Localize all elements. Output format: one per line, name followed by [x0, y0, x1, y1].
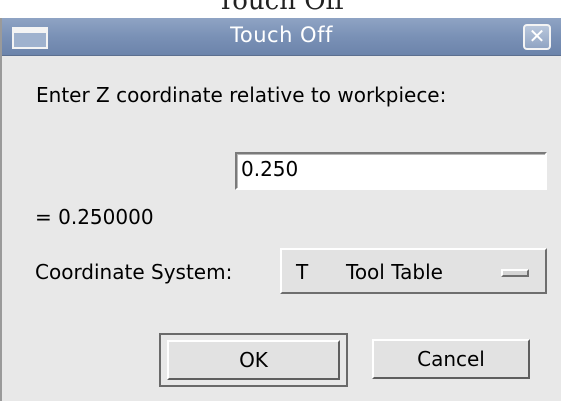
close-icon[interactable]: ✕: [523, 24, 551, 50]
option-menu-indicator-icon: [501, 269, 529, 277]
coordinate-system-label: Coordinate System:: [35, 260, 233, 284]
coordinate-system-name: Tool Table: [346, 260, 443, 284]
caption-above: Touch Off: [0, 0, 561, 18]
default-button-frame: OK: [159, 333, 348, 387]
prompt-label: Enter Z coordinate relative to workpiece…: [36, 83, 447, 107]
window-title: Touch Off: [230, 23, 333, 47]
coordinate-system-select[interactable]: T Tool Table: [280, 248, 547, 294]
touch-off-dialog: Touch Off ✕ Enter Z coordinate relative …: [0, 18, 561, 401]
z-coordinate-input[interactable]: 0.250: [235, 152, 547, 190]
ok-button[interactable]: OK: [167, 340, 340, 380]
computed-value: = 0.250000: [35, 205, 154, 229]
coordinate-system-code: T: [296, 260, 309, 284]
cancel-button[interactable]: Cancel: [372, 339, 530, 379]
title-bar[interactable]: Touch Off ✕: [2, 18, 561, 56]
caption-text: Touch Off: [216, 0, 345, 16]
